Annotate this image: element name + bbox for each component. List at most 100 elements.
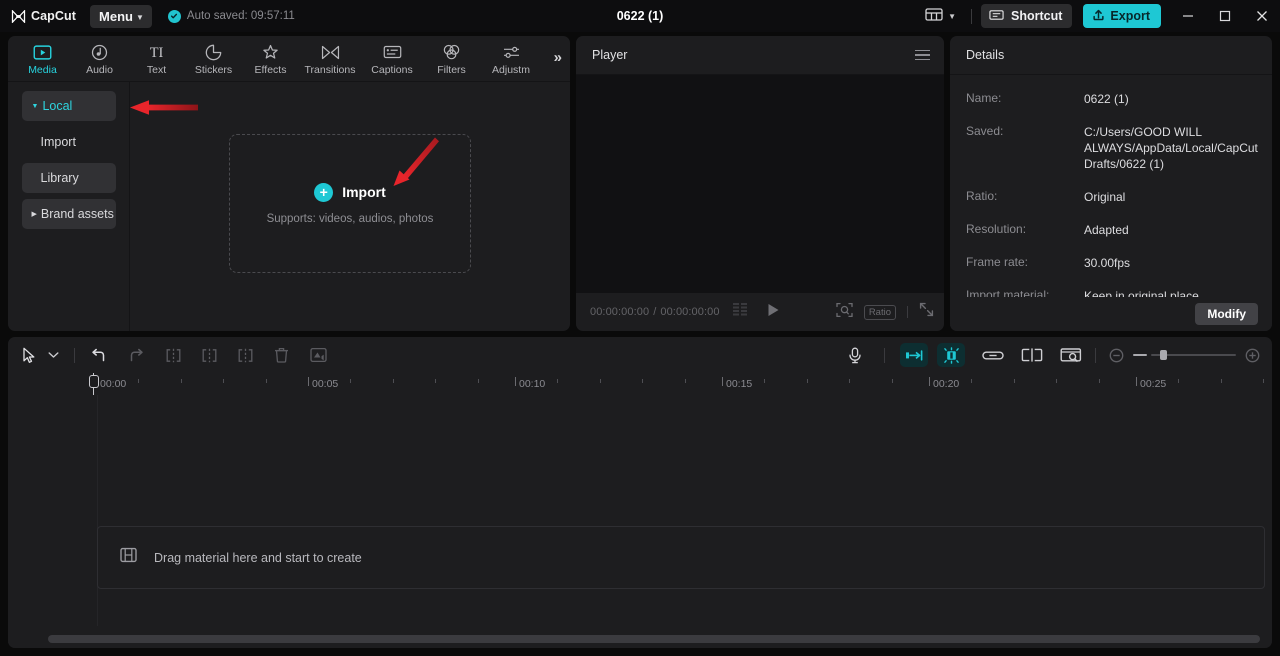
tab-filters[interactable]: Filters (423, 36, 480, 82)
ruler-label: 00:00 (100, 378, 127, 390)
capcut-logo-icon (11, 8, 26, 24)
ruler-tick-major (515, 377, 516, 386)
ratio-button[interactable]: Ratio (863, 304, 896, 320)
sidebar-item-brand-assets[interactable]: ▶ Brand assets (21, 199, 116, 229)
ruler-tick-minor (1056, 379, 1058, 383)
tab-stickers[interactable]: Stickers (185, 36, 242, 82)
tab-media[interactable]: Media (14, 36, 71, 82)
divider (884, 347, 885, 363)
minimize-button[interactable] (1169, 0, 1206, 32)
detail-row-name: Name: 0622 (1) (966, 91, 1258, 107)
tab-text[interactable]: TI Text (128, 36, 185, 82)
sidebar-item-library[interactable]: Library (21, 163, 116, 193)
playhead[interactable] (88, 373, 99, 395)
preview-frame-icon[interactable] (1060, 347, 1082, 364)
mute-clip-icon[interactable] (310, 347, 327, 363)
detail-value: C:/Users/GOOD WILL ALWAYS/AppData/Local/… (1084, 125, 1258, 171)
divider (971, 8, 973, 24)
empty-track-placeholder[interactable]: Drag material here and start to create (97, 526, 1265, 589)
more-tabs-button[interactable]: » (554, 49, 562, 66)
tab-label: Text (146, 63, 167, 76)
close-button[interactable] (1243, 0, 1280, 32)
frames-icon[interactable] (732, 303, 748, 321)
sidebar-item-local[interactable]: ▼ Local (21, 91, 116, 121)
adjustment-icon (502, 43, 521, 62)
maximize-button[interactable] (1206, 0, 1243, 32)
audio-icon (91, 43, 108, 62)
play-icon[interactable] (767, 303, 780, 322)
ruler-tick-minor (477, 379, 479, 383)
split-marker-icon[interactable] (1021, 348, 1043, 362)
detail-label: Resolution: (966, 222, 1027, 236)
redo-icon[interactable] (128, 348, 145, 363)
app-name: CapCut (31, 9, 77, 23)
plus-icon: + (314, 182, 334, 202)
tab-label: Audio (86, 63, 113, 76)
tab-audio[interactable]: Audio (71, 36, 128, 82)
hamburger-icon[interactable] (915, 49, 930, 61)
zoom-slider-handle[interactable] (1160, 350, 1167, 360)
shortcut-button[interactable]: Shortcut (981, 4, 1073, 28)
modify-button[interactable]: Modify (1195, 303, 1258, 325)
layout-button[interactable]: ▼ (919, 7, 962, 26)
crop-icon[interactable] (836, 302, 853, 323)
export-label: Export (1110, 9, 1150, 23)
detail-row-ratio: Ratio: Original (966, 189, 1258, 205)
sidebar-item-label: Brand assets (40, 207, 114, 221)
tab-adjustment[interactable]: Adjustm (480, 36, 542, 82)
magnet-snap-icon[interactable] (937, 343, 965, 367)
tab-transitions[interactable]: Transitions (299, 36, 361, 82)
split-icon[interactable] (238, 348, 253, 363)
time-separator: / (653, 306, 657, 318)
split-right-icon[interactable] (202, 348, 217, 363)
ruler-tick-minor (971, 379, 973, 383)
import-dropzone[interactable]: + Import Supports: videos, audios, photo… (229, 134, 471, 273)
ruler-tick-minor (435, 379, 437, 383)
chevron-right-icon: ▶ (31, 210, 37, 218)
titlebar-actions: ▼ Shortcut Export (919, 0, 1280, 32)
microphone-icon[interactable] (841, 343, 869, 367)
chevron-down-icon: ▼ (31, 102, 39, 110)
fullscreen-icon[interactable] (919, 302, 934, 322)
player-canvas[interactable] (576, 75, 944, 293)
ruler-tick-major (929, 377, 930, 386)
horizontal-scrollbar[interactable] (48, 635, 1260, 643)
player-timecode: 00:00:00:00/00:00:00:00 (590, 306, 720, 318)
sidebar-item-import[interactable]: Import (22, 127, 116, 157)
tab-label: Adjustm (492, 63, 530, 76)
link-icon[interactable] (982, 349, 1004, 362)
ruler-tick-minor (1013, 379, 1015, 383)
select-tool-icon[interactable] (22, 347, 37, 364)
undo-icon[interactable] (90, 348, 107, 363)
tab-label: Filters (437, 63, 466, 76)
tab-captions[interactable]: Captions (361, 36, 423, 82)
zoom-slider[interactable] (1151, 350, 1236, 360)
snap-to-start-icon[interactable] (900, 343, 928, 367)
captions-icon (383, 43, 402, 62)
sidebar-item-label: Local (42, 99, 73, 113)
detail-label: Ratio: (966, 189, 998, 203)
placeholder-text: Drag material here and start to create (154, 550, 362, 565)
current-time: 00:00:00:00 (590, 306, 650, 318)
split-left-icon[interactable] (166, 348, 181, 363)
export-button[interactable]: Export (1083, 4, 1161, 28)
import-label: Import (342, 184, 386, 200)
menu-button[interactable]: Menu ▼ (90, 4, 152, 28)
tab-effects[interactable]: Effects (242, 36, 299, 82)
zoom-in-icon[interactable] (1245, 348, 1260, 363)
timeline-ruler[interactable]: 00:00 00:05 00:10 00:15 00:20 00:25 (8, 373, 1272, 395)
media-panel: Media Audio TI Text Stickers Effects Tra… (8, 36, 570, 331)
detail-label: Saved: (966, 124, 1004, 138)
details-footer: Modify (950, 297, 1272, 331)
ruler-tick-major (1136, 377, 1137, 386)
track-start-line (97, 395, 98, 626)
timeline-tracks-area[interactable]: Drag material here and start to create (8, 395, 1272, 648)
zoom-out-icon[interactable] (1109, 348, 1124, 363)
tab-label: Stickers (194, 63, 233, 76)
playhead-handle[interactable] (88, 375, 99, 388)
tab-label: Effects (254, 63, 287, 76)
timeline-toolbar (8, 337, 1272, 373)
chevron-down-icon[interactable] (48, 351, 59, 359)
ruler-tick-minor (599, 379, 601, 383)
delete-icon[interactable] (274, 347, 289, 363)
